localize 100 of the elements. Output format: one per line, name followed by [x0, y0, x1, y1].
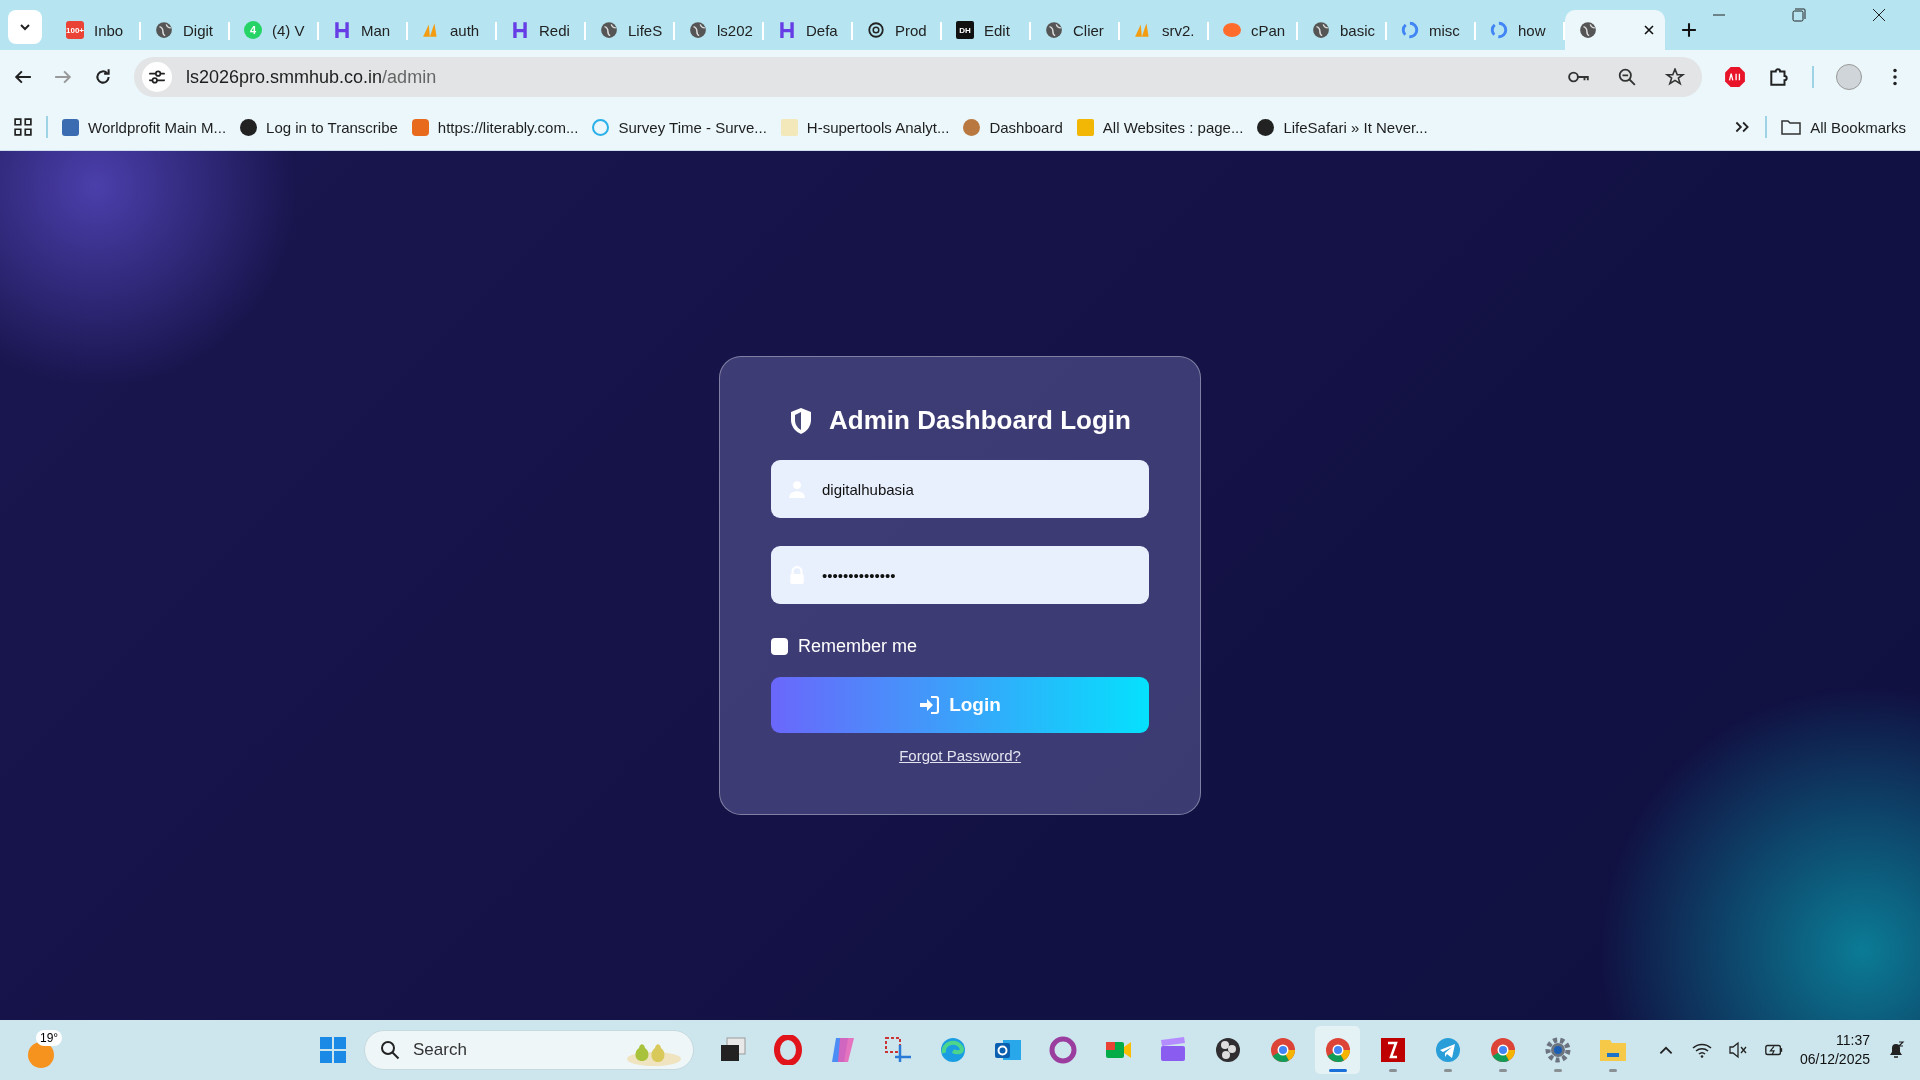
browser-tab[interactable]: Prod — [853, 10, 942, 50]
forgot-password-link[interactable]: Forgot Password? — [899, 747, 1021, 764]
all-bookmarks-item[interactable]: All Bookmarks — [1781, 118, 1906, 136]
adblock-icon[interactable] — [1724, 66, 1746, 88]
g-logo-icon — [1490, 21, 1508, 39]
forward-icon[interactable] — [54, 68, 72, 86]
tab-title: ls202 — [717, 21, 753, 39]
logo-icon: DH — [956, 21, 974, 39]
browser-tab[interactable]: 100+ Inbo — [52, 10, 141, 50]
browser-tab[interactable]: 4 (4) V — [230, 10, 319, 50]
shield-icon — [789, 406, 814, 435]
browser-tab[interactable]: ls202 — [675, 10, 764, 50]
tab-title: Prod — [895, 21, 927, 39]
browser-tab[interactable]: how — [1476, 10, 1565, 50]
clock[interactable]: 11:37 06/12/2025 — [1799, 1031, 1870, 1069]
back-icon[interactable] — [14, 68, 32, 86]
g-logo-icon — [1401, 21, 1419, 39]
bookmark-item[interactable]: Survey Time - Surve... — [592, 118, 767, 136]
tab-title: misc — [1429, 21, 1460, 39]
reload-icon[interactable] — [94, 68, 112, 86]
tab-title: Man — [361, 21, 391, 39]
stopwatch-icon — [592, 118, 610, 136]
globe-icon — [155, 21, 173, 39]
browser-tab[interactable]: srv2. — [1120, 10, 1209, 50]
browser-tab[interactable]: misc — [1387, 10, 1476, 50]
browser-tab[interactable]: Man — [319, 10, 408, 50]
remember-checkbox[interactable] — [771, 638, 788, 655]
h-logo-icon — [333, 21, 351, 39]
globe-icon — [1257, 118, 1275, 136]
tab-title: srv2. — [1162, 21, 1195, 39]
address-text: ls2026pro.smmhub.co.in/admin — [186, 66, 438, 88]
bookmark-item[interactable]: LifeSafari » It Never... — [1257, 118, 1428, 136]
tab-title: Defa — [806, 21, 838, 39]
tab-title: Redi — [539, 21, 570, 39]
sail-icon — [1134, 21, 1152, 39]
ring-icon — [1047, 1035, 1078, 1065]
clock-time: 11:37 — [1836, 1031, 1870, 1050]
globe-icon — [1312, 21, 1330, 39]
sail-icon — [422, 21, 440, 39]
tab-title: cPan — [1251, 21, 1286, 39]
globe-icon — [1579, 21, 1597, 39]
h-logo-icon — [778, 21, 796, 39]
browser-tab[interactable]: Clier — [1031, 10, 1120, 50]
tab-search-button[interactable] — [8, 10, 42, 44]
bookmark-item[interactable]: All Websites : page... — [1076, 118, 1244, 136]
bookmark-item[interactable]: Worldprofit Main M... — [62, 118, 227, 136]
tab-title: Digit — [183, 21, 213, 39]
browser-tab[interactable]: Digit — [141, 10, 230, 50]
tab-title: Inbo — [94, 21, 124, 39]
h-logo-icon — [511, 21, 529, 39]
wifi-icon[interactable] — [1691, 1041, 1712, 1059]
search-icon — [380, 1040, 400, 1060]
globe-icon — [689, 21, 707, 39]
login-title: Admin Dashboard Login — [829, 405, 1131, 436]
site-settings-icon[interactable] — [142, 62, 172, 92]
puzzle-icon[interactable] — [1768, 66, 1790, 88]
scissors-icon — [882, 1035, 913, 1065]
taskbar-search-field[interactable]: Search — [364, 1030, 694, 1070]
chat-icon: 4 — [244, 21, 262, 39]
browser-tab[interactable]: Redi — [497, 10, 586, 50]
browser-tab[interactable]: cPan — [1209, 10, 1298, 50]
knot-icon — [867, 21, 885, 39]
globe-icon — [240, 118, 258, 136]
browser-tab[interactable]: auth — [408, 10, 497, 50]
browser-tab[interactable]: LifeS — [586, 10, 675, 50]
tab-title: Edit — [984, 21, 1010, 39]
mail-icon: 100+ — [66, 21, 84, 39]
bookmark-item[interactable]: H-supertools Analyt... — [780, 118, 950, 136]
ring-o-icon — [772, 1035, 803, 1065]
tab-title: (4) V — [272, 21, 305, 39]
bookmark-item[interactable]: Dashboard — [963, 118, 1063, 136]
apps-grid-icon[interactable] — [14, 118, 32, 136]
zoom-out-icon[interactable] — [1616, 68, 1638, 86]
bookmark-item[interactable]: https://literably.com... — [411, 118, 579, 136]
browser-tab[interactable]: basic — [1298, 10, 1387, 50]
sign-in-icon — [919, 696, 940, 714]
new-tab-icon[interactable] — [1681, 22, 1697, 38]
password-field[interactable]: •••••••••••••• — [771, 546, 1149, 604]
favicon-icon — [62, 118, 79, 136]
username-field[interactable]: digitalhubasia — [771, 460, 1149, 518]
address-bar[interactable]: ls2026pro.smmhub.co.in/admin — [134, 57, 1702, 97]
close-icon[interactable] — [1643, 24, 1655, 36]
weather-widget[interactable]: 19° — [14, 1028, 70, 1072]
tab-title: basic — [1340, 21, 1376, 39]
tab-title: LifeS — [628, 21, 663, 39]
tab-title: auth — [450, 21, 480, 39]
globe-icon — [600, 21, 618, 39]
folder-icon — [1781, 119, 1802, 135]
tab-title: Clier — [1073, 21, 1104, 39]
browser-tab[interactable]: DH Edit — [942, 10, 1031, 50]
tab-title: how — [1518, 21, 1546, 39]
star-icon[interactable] — [1664, 68, 1686, 86]
clock-date: 06/12/2025 — [1799, 1050, 1870, 1069]
browser-tab[interactable] — [1565, 10, 1665, 50]
speaker-muted-icon[interactable] — [1727, 1041, 1748, 1059]
bookmark-item[interactable]: Log in to Transcribe — [240, 118, 398, 136]
windows-start-icon[interactable] — [318, 1035, 348, 1065]
browser-tab[interactable]: Defa — [764, 10, 853, 50]
globe-icon — [1045, 21, 1063, 39]
remember-label: Remember me — [798, 636, 918, 657]
